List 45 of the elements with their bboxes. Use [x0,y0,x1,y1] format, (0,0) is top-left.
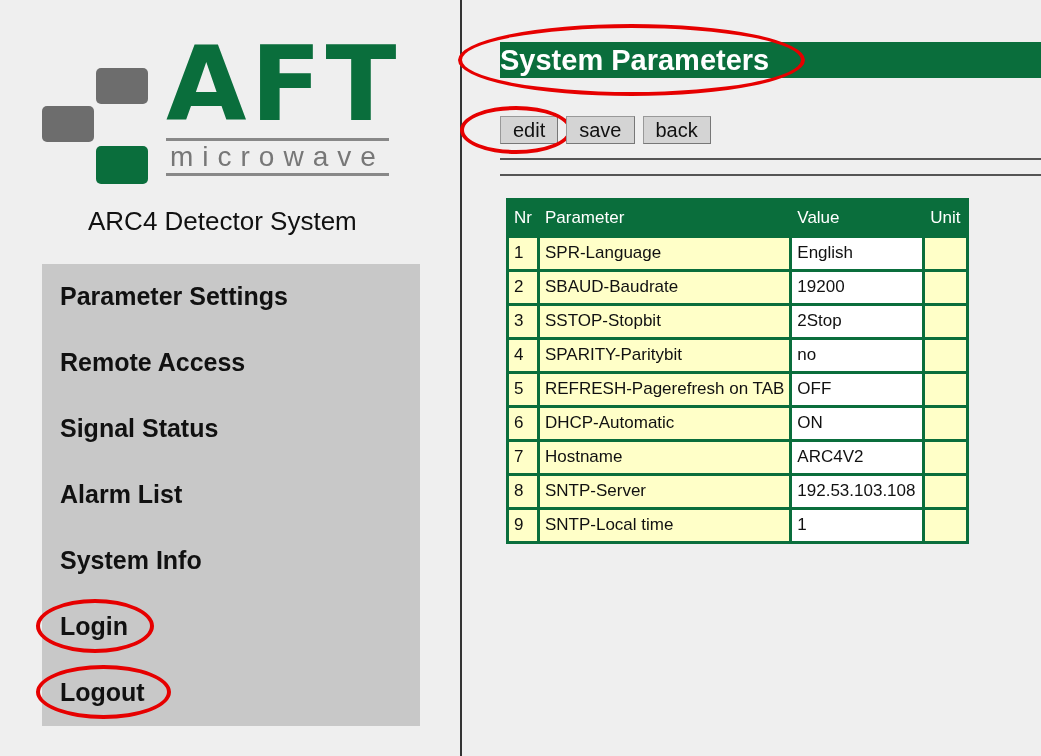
table-cell: 6 [509,407,537,439]
table-cell: SBAUD-Baudrate [539,271,790,303]
table-cell: 8 [509,475,537,507]
value-cell: 1 [792,509,923,541]
table-cell: REFRESH-Pagerefresh on TAB [539,373,790,405]
value-cell: OFF [792,373,923,405]
table-cell: 1 [509,237,537,269]
value-cell: 192.53.103.108 [792,475,923,507]
table-cell: 4 [509,339,537,371]
value-cell: ON [792,407,923,439]
system-name: ARC4 Detector System [88,205,358,238]
column-header: Value [796,207,841,229]
menu-item[interactable]: Signal Status [60,414,219,442]
table-cell: DHCP-Automatic [539,407,790,439]
table-cell: Hostname [539,441,790,473]
toolbar-button[interactable]: edit [500,116,559,144]
table-cell: 9 [509,509,537,541]
column-header: Nr [513,207,533,229]
menu-item[interactable]: Login [60,612,129,640]
table-cell: 3 [509,305,537,337]
table-cell: SPR-Language [539,237,790,269]
value-cell: English [792,237,923,269]
column-header: Unit [929,207,962,229]
menu-item[interactable]: Logout [60,678,145,706]
table-cell: SPARITY-Paritybit [539,339,790,371]
table-cell: 2 [509,271,537,303]
logo-wordmark: AFT [166,32,401,136]
toolbar-button[interactable]: back [642,116,711,144]
table-cell: SSTOP-Stopbit [539,305,790,337]
menu-item[interactable]: Alarm List [60,480,183,508]
page-title: System Parameters [500,44,770,76]
table-cell: SNTP-Local time [539,509,790,541]
value-cell: 19200 [792,271,923,303]
menu-item[interactable]: System Info [60,546,202,574]
table-cell: 5 [509,373,537,405]
menu-item[interactable]: Parameter Settings [60,282,288,310]
menu-item[interactable]: Remote Access [60,348,246,376]
value-cell: ARC4V2 [792,441,923,473]
table-cell: 7 [509,441,537,473]
toolbar-button[interactable]: save [566,116,635,144]
logo-tagline: microwave [166,138,389,177]
value-cell: 2Stop [792,305,923,337]
column-header: Parameter [543,207,626,229]
value-cell: no [792,339,923,371]
table-cell: SNTP-Server [539,475,790,507]
